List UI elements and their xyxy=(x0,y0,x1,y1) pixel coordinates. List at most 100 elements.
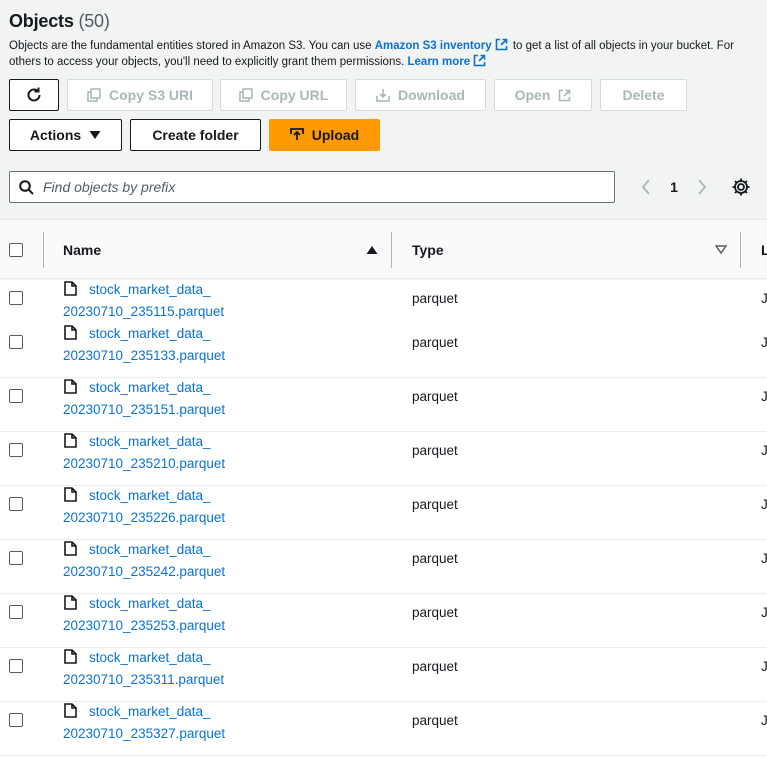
pagination: 1 xyxy=(636,175,712,199)
previous-page-button[interactable] xyxy=(636,179,656,195)
table-row[interactable]: stock_market_data_ 20230710_235253.parqu… xyxy=(0,594,767,648)
object-name-link[interactable]: 20230710_235133.parquet xyxy=(63,348,225,363)
last-modified-cell: J xyxy=(761,335,767,350)
table-row[interactable]: stock_market_data_ 20230710_235242.parqu… xyxy=(0,540,767,594)
object-name-link[interactable]: 20230710_235253.parquet xyxy=(63,618,225,633)
file-icon xyxy=(64,281,77,296)
search-input[interactable] xyxy=(43,179,583,195)
sort-ascending-icon[interactable] xyxy=(366,220,378,280)
last-modified-cell: J xyxy=(761,443,767,458)
row-checkbox[interactable] xyxy=(9,713,23,727)
object-name-link[interactable]: stock_market_data_ xyxy=(89,282,211,297)
object-name-link[interactable]: stock_market_data_ xyxy=(89,650,211,665)
learn-more-link[interactable]: Learn more xyxy=(408,56,471,68)
object-name-link[interactable]: 20230710_235151.parquet xyxy=(63,402,225,417)
object-type: parquet xyxy=(412,605,458,620)
column-divider[interactable] xyxy=(740,232,741,268)
create-folder-button[interactable]: Create folder xyxy=(130,119,261,151)
copy-icon xyxy=(238,88,253,102)
file-icon xyxy=(64,595,77,610)
download-icon xyxy=(376,89,390,102)
column-divider[interactable] xyxy=(391,232,392,268)
object-type: parquet xyxy=(412,551,458,566)
object-name-link[interactable]: 20230710_235311.parquet xyxy=(63,672,224,687)
copy-icon xyxy=(87,88,101,102)
create-folder-label: Create folder xyxy=(152,127,239,143)
object-name-link[interactable]: stock_market_data_ xyxy=(89,326,211,341)
object-name-link[interactable]: 20230710_235226.parquet xyxy=(63,510,225,525)
row-checkbox[interactable] xyxy=(9,335,23,349)
actions-label: Actions xyxy=(29,127,82,143)
last-modified-cell: J xyxy=(761,713,767,728)
next-page-button[interactable] xyxy=(692,179,712,195)
sort-icon[interactable] xyxy=(715,220,727,280)
caret-down-icon xyxy=(89,131,101,139)
object-name-link[interactable]: stock_market_data_ xyxy=(89,380,211,395)
table-header: Name Type L xyxy=(0,219,767,279)
table-row[interactable]: stock_market_data_ 20230710_235226.parqu… xyxy=(0,486,767,540)
delete-button[interactable]: Delete xyxy=(600,79,687,111)
row-checkbox[interactable] xyxy=(9,443,23,457)
row-checkbox[interactable] xyxy=(9,291,23,305)
table-row[interactable]: stock_market_data_ 20230710_235133.parqu… xyxy=(0,324,767,378)
copy-url-label: Copy URL xyxy=(260,87,329,103)
object-name-link[interactable]: 20230710_235210.parquet xyxy=(63,456,225,471)
last-modified-cell: J xyxy=(761,389,767,404)
object-name-link[interactable]: stock_market_data_ xyxy=(89,488,211,503)
copy-url-button[interactable]: Copy URL xyxy=(220,79,347,111)
file-icon xyxy=(64,649,77,664)
upload-label: Upload xyxy=(311,127,360,143)
row-checkbox[interactable] xyxy=(9,497,23,511)
file-icon xyxy=(64,433,77,448)
last-modified-cell: J xyxy=(761,291,767,306)
s3-inventory-link[interactable]: Amazon S3 inventory xyxy=(375,40,492,52)
table-row[interactable]: stock_market_data_ 20230710_235327.parqu… xyxy=(0,702,767,756)
page-number[interactable]: 1 xyxy=(656,179,692,195)
table-row[interactable]: stock_market_data_ 20230710_235311.parqu… xyxy=(0,648,767,702)
object-type: parquet xyxy=(412,335,458,350)
table-row[interactable]: stock_market_data_ 20230710_235151.parqu… xyxy=(0,378,767,432)
external-link-icon xyxy=(559,89,571,101)
object-name-link[interactable]: stock_market_data_ xyxy=(89,596,211,611)
refresh-button[interactable] xyxy=(9,79,59,111)
page-title: Objects (50) xyxy=(9,11,110,32)
page-description: Objects are the fundamental entities sto… xyxy=(9,38,749,70)
upload-icon xyxy=(289,128,304,140)
row-checkbox[interactable] xyxy=(9,551,23,565)
file-icon xyxy=(64,379,77,394)
object-name-link[interactable]: stock_market_data_ xyxy=(89,704,211,719)
row-checkbox[interactable] xyxy=(9,659,23,673)
page-title-text: Objects xyxy=(9,11,74,31)
column-header-type[interactable]: Type xyxy=(412,220,444,280)
external-link-icon xyxy=(495,38,507,51)
column-divider[interactable] xyxy=(43,232,44,268)
row-checkbox[interactable] xyxy=(9,389,23,403)
object-type: parquet xyxy=(412,713,458,728)
search-box[interactable] xyxy=(9,171,615,203)
object-name-link[interactable]: 20230710_235242.parquet xyxy=(63,564,225,579)
table-settings-button[interactable] xyxy=(731,177,751,202)
refresh-icon xyxy=(27,87,41,102)
select-all-checkbox[interactable] xyxy=(9,243,23,257)
column-header-last-modified[interactable]: L xyxy=(761,220,767,280)
objects-table-body: stock_market_data_ 20230710_235115.parqu… xyxy=(0,280,767,758)
object-name-link[interactable]: stock_market_data_ xyxy=(89,434,211,449)
object-type: parquet xyxy=(412,497,458,512)
object-name-link[interactable]: 20230710_235327.parquet xyxy=(63,726,225,741)
row-checkbox[interactable] xyxy=(9,605,23,619)
copy-s3-uri-button[interactable]: Copy S3 URI xyxy=(67,79,213,111)
object-name-link[interactable]: stock_market_data_ xyxy=(89,542,211,557)
column-header-name[interactable]: Name xyxy=(63,220,101,280)
object-name-link[interactable]: 20230710_235115.parquet xyxy=(63,304,224,319)
object-type: parquet xyxy=(412,291,458,306)
object-type: parquet xyxy=(412,389,458,404)
open-button[interactable]: Open xyxy=(494,79,592,111)
select-all-checkbox-cell xyxy=(9,220,23,280)
object-type: parquet xyxy=(412,443,458,458)
description-text-1: Objects are the fundamental entities sto… xyxy=(9,40,375,52)
upload-button[interactable]: Upload xyxy=(269,119,380,151)
table-row[interactable]: stock_market_data_ 20230710_235210.parqu… xyxy=(0,432,767,486)
download-button[interactable]: Download xyxy=(355,79,486,111)
download-label: Download xyxy=(398,87,465,103)
actions-dropdown[interactable]: Actions xyxy=(9,119,122,151)
